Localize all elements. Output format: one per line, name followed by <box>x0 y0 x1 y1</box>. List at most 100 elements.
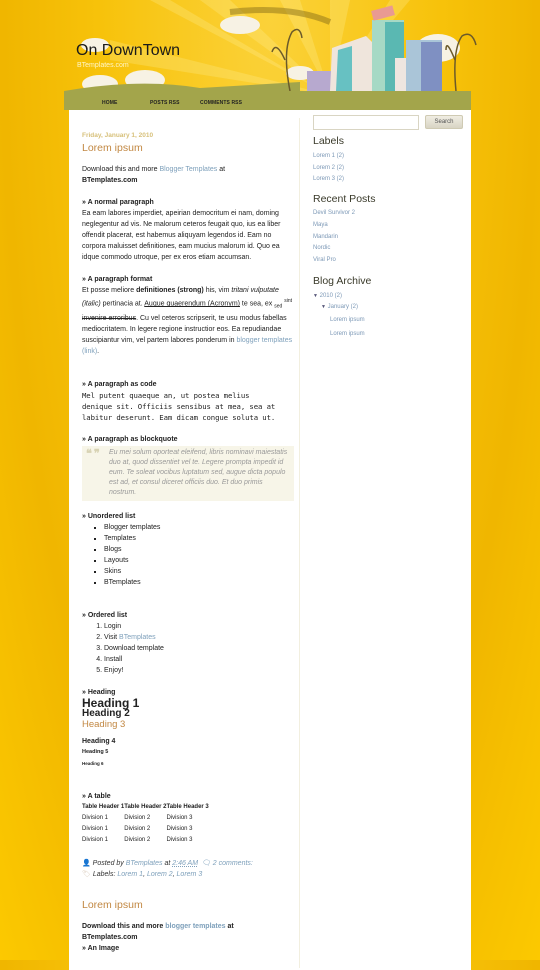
sidebar: Search Labels Lorem 1 (2) Lorem 2 (2) Lo… <box>313 113 463 341</box>
format-paragraph: Et posse meliore definitiones (strong) h… <box>82 285 294 357</box>
recent-posts-list: Devil Survivor 2 Maya Mandarin Nordic Vi… <box>313 208 463 267</box>
labels-prefix: Labels: <box>92 870 116 878</box>
archive-year-link[interactable]: 2010 <box>320 293 333 299</box>
archive-post-link[interactable]: Lorem ipsum <box>330 314 463 328</box>
heading-2: Heading 2 <box>82 707 130 719</box>
archive-year[interactable]: ▼ 2010 (2) <box>313 291 463 303</box>
site-description: BTemplates.com <box>77 62 129 69</box>
section-heading: » Unordered list <box>82 512 136 520</box>
archive-month[interactable]: ▼ January (2) <box>313 302 463 314</box>
author-icon: 👤 <box>82 859 91 867</box>
search-widget: Search <box>313 113 463 130</box>
intro-site: BTemplates.com <box>82 177 138 184</box>
list-item: Blogs <box>104 544 294 555</box>
at-label: at <box>164 859 171 867</box>
site-title[interactable]: On DownTown <box>76 42 180 60</box>
nav-comments-rss[interactable]: COMMENTS RSS <box>200 100 242 106</box>
text: his, vim <box>203 287 232 294</box>
search-input[interactable] <box>313 115 419 130</box>
label-link[interactable]: Lorem 2 (2) <box>313 163 463 175</box>
intro-text: at <box>217 166 226 173</box>
archive-month-link[interactable]: January <box>328 304 349 310</box>
list-item: Layouts <box>104 555 294 566</box>
heading-4: Heading 4 <box>82 737 116 745</box>
recent-post-link[interactable]: Maya <box>313 220 463 232</box>
table-row: Division 1 Division 2 Division 3 <box>82 813 209 824</box>
archive-post-link[interactable]: Lorem ipsum <box>330 328 463 342</box>
text: . <box>97 347 100 355</box>
archive-posts: Lorem ipsum Lorem ipsum <box>313 314 463 341</box>
recent-post-link[interactable]: Viral Pro <box>313 255 463 267</box>
list-item: Blogger templates <box>104 522 294 533</box>
recent-post-link[interactable]: Devil Survivor 2 <box>313 208 463 220</box>
archive-count: (2) <box>350 304 358 311</box>
list-item: Enjoy! <box>104 665 294 676</box>
recent-posts-title: Recent Posts <box>313 193 376 206</box>
labels-title: Labels <box>313 135 344 147</box>
quote-icon: ❝❞ <box>86 447 102 460</box>
text: te sea, ex <box>239 300 275 308</box>
intro-text: Download this and more <box>82 166 160 173</box>
heading-6: Heading 6 <box>82 760 104 766</box>
search-button[interactable]: Search <box>425 115 463 129</box>
nav-home[interactable]: HOME <box>102 100 117 106</box>
table-cell: Division 2 <box>124 814 151 821</box>
nav-posts-rss[interactable]: POSTS RSS <box>150 100 180 106</box>
blockquote-text: Eu mei solum oporteat eleifend, libris n… <box>109 448 288 496</box>
list-item: Skins <box>104 566 294 577</box>
author-link[interactable]: BTemplates <box>126 860 163 867</box>
table-cell: Division 1 <box>82 825 109 832</box>
blogger-templates-link[interactable]: blogger templates <box>165 923 225 930</box>
table-cell: Division 3 <box>166 825 193 832</box>
post-intro: Download this and more blogger templates… <box>82 921 294 943</box>
table-cell: Division 3 <box>166 836 193 843</box>
heading-3: Heading 3 <box>82 718 126 730</box>
section-heading: » An Image <box>82 944 120 952</box>
post-time-link[interactable]: 2:46 AM <box>172 860 198 867</box>
table-header: Table Header 3 <box>166 803 209 810</box>
section-heading: » A normal paragraph <box>82 199 154 206</box>
list-item: BTemplates <box>104 577 294 588</box>
triangle-down-icon[interactable]: ▼ <box>321 304 326 310</box>
recent-post-link[interactable]: Mandarin <box>313 232 463 244</box>
section-heading: » A paragraph format <box>82 276 153 283</box>
comment-icon: 🗨 <box>201 859 211 867</box>
post-title[interactable]: Lorem ipsum <box>82 143 294 154</box>
table-cell: Division 1 <box>82 814 109 821</box>
labels-list: Lorem 1 (2) Lorem 2 (2) Lorem 3 (2) <box>313 151 463 186</box>
data-table: Table Header 1 Table Header 2 Table Head… <box>82 802 209 846</box>
table-header: Table Header 1 <box>82 803 125 810</box>
post-title[interactable]: Lorem ipsum <box>82 899 294 911</box>
section-heading: » A paragraph as code <box>82 380 157 388</box>
label-link[interactable]: Lorem 3 (2) <box>313 174 463 186</box>
code-line: labitur deserunt. Eam dicam congue solut… <box>82 412 276 422</box>
tag-icon: 🏷 <box>82 870 91 878</box>
post-date: Friday, January 1, 2010 <box>82 132 154 139</box>
nav-bar: HOME POSTS RSS COMMENTS RSS <box>64 91 471 110</box>
text: pertinacia at. <box>100 300 145 308</box>
section-heading: » A paragraph as blockquote <box>82 435 178 443</box>
heading-5: Heading 5 <box>82 748 109 755</box>
comments-link[interactable]: 2 comments: <box>213 860 253 867</box>
superscript: sint <box>284 298 293 304</box>
strong-text: definitiones (strong) <box>136 287 204 294</box>
text: Et posse meliore <box>82 287 137 294</box>
label-link[interactable]: Lorem 3 <box>177 871 203 878</box>
blog-archive-title: Blog Archive <box>313 274 372 287</box>
table-cell: Division 2 <box>124 825 151 832</box>
recent-post-link[interactable]: Nordic <box>313 243 463 255</box>
code-block: Mel putent quaeque an, ut postea melius … <box>82 390 294 423</box>
list-item: Visit BTemplates <box>104 632 294 643</box>
main-column: Friday, January 1, 2010 Lorem ipsum Down… <box>82 128 294 954</box>
acronym: Augue quaerendum (Acronym) <box>144 300 240 308</box>
intro-site: BTemplates.com <box>82 933 138 941</box>
list-item: Install <box>104 654 294 665</box>
label-link[interactable]: Lorem 1 (2) <box>313 151 463 163</box>
btemplates-link[interactable]: BTemplates <box>119 634 156 641</box>
triangle-down-icon[interactable]: ▼ <box>313 293 318 299</box>
label-link[interactable]: Lorem 1 <box>117 871 143 878</box>
intro-text: Download this and more <box>82 922 166 930</box>
list-item-text: Visit <box>104 633 120 641</box>
blogger-templates-link[interactable]: Blogger Templates <box>159 166 217 173</box>
label-link[interactable]: Lorem 2 <box>147 871 173 878</box>
